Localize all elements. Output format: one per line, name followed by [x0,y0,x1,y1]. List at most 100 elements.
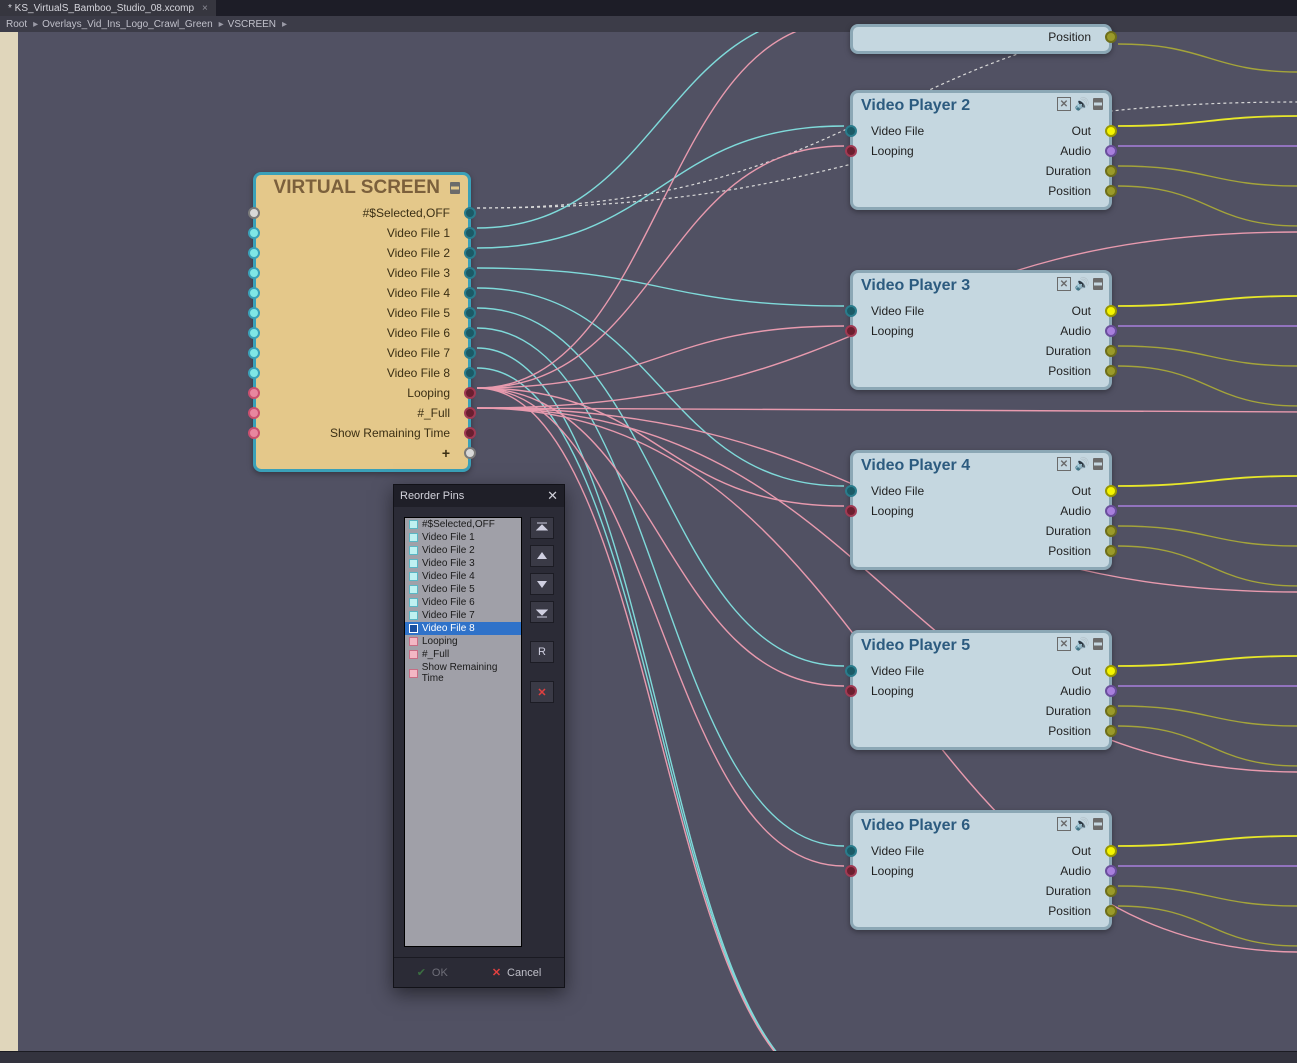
list-item[interactable]: Video File 5 [405,583,521,596]
list-item[interactable]: Video File 1 [405,531,521,544]
rename-button[interactable]: R [530,641,554,663]
output-port[interactable] [1105,725,1117,737]
breadcrumb-item[interactable]: Overlays_Vid_Ins_Logo_Crawl_Green [42,19,212,30]
close-box-icon[interactable]: ✕ [1057,637,1071,651]
input-port[interactable] [248,407,260,419]
input-port[interactable] [248,327,260,339]
input-port[interactable] [845,685,857,697]
move-bottom-button[interactable] [530,601,554,623]
output-port[interactable] [1105,505,1117,517]
input-port[interactable] [248,427,260,439]
input-port[interactable] [248,347,260,359]
output-port[interactable] [464,227,476,239]
output-port[interactable] [1105,31,1117,43]
list-item[interactable]: Video File 4 [405,570,521,583]
output-port[interactable] [1105,305,1117,317]
output-port[interactable] [464,287,476,299]
list-item[interactable]: #_Full [405,648,521,661]
input-port[interactable] [248,387,260,399]
list-item[interactable]: Video File 2 [405,544,521,557]
video-player-node[interactable]: Video Player 6✕🔊Video FileOutLoopingAudi… [850,810,1112,930]
list-item[interactable]: Video File 8 [405,622,521,635]
input-port[interactable] [248,267,260,279]
close-icon[interactable]: × [202,3,208,14]
output-port[interactable] [1105,165,1117,177]
node-canvas[interactable]: VIRTUAL SCREEN #$Selected,OFFVideo File … [0,32,1297,1051]
list-item[interactable]: Video File 3 [405,557,521,570]
input-port[interactable] [845,665,857,677]
input-port[interactable] [248,367,260,379]
speaker-icon[interactable]: 🔊 [1075,457,1089,471]
output-port[interactable] [1105,125,1117,137]
virtual-screen-node[interactable]: VIRTUAL SCREEN #$Selected,OFFVideo File … [253,172,471,472]
cancel-button[interactable]: ✕Cancel [482,963,551,982]
add-pin-button[interactable]: + [442,445,450,461]
menu-icon[interactable] [1093,98,1103,110]
delete-button[interactable]: ✕ [530,681,554,703]
input-port[interactable] [845,505,857,517]
input-port[interactable] [248,207,260,219]
output-port[interactable] [1105,865,1117,877]
output-port[interactable] [464,367,476,379]
video-player-node[interactable]: Video Player 2✕🔊Video FileOutLoopingAudi… [850,90,1112,210]
input-port[interactable] [845,125,857,137]
speaker-icon[interactable]: 🔊 [1075,97,1089,111]
output-port[interactable] [1105,525,1117,537]
output-port[interactable] [1105,905,1117,917]
move-top-button[interactable] [530,517,554,539]
list-item[interactable]: Video File 7 [405,609,521,622]
output-port[interactable] [464,267,476,279]
input-port[interactable] [248,287,260,299]
breadcrumb-item[interactable]: VSCREEN [228,19,276,30]
output-port[interactable] [1105,365,1117,377]
video-player-node[interactable]: Video Player 3✕🔊Video FileOutLoopingAudi… [850,270,1112,390]
menu-icon[interactable] [1093,458,1103,470]
input-port[interactable] [845,845,857,857]
output-port[interactable] [1105,185,1117,197]
output-port[interactable] [464,247,476,259]
output-port[interactable] [1105,485,1117,497]
output-port[interactable] [464,407,476,419]
speaker-icon[interactable]: 🔊 [1075,277,1089,291]
document-tab[interactable]: * KS_VirtualS_Bamboo_Studio_08.xcomp × [0,0,216,16]
breadcrumb-item[interactable]: Root [6,19,27,30]
output-port[interactable] [1105,685,1117,697]
input-port[interactable] [248,307,260,319]
output-port[interactable] [464,447,476,459]
ok-button[interactable]: ✔OK [407,963,458,982]
speaker-icon[interactable]: 🔊 [1075,817,1089,831]
input-port[interactable] [845,305,857,317]
output-port[interactable] [464,427,476,439]
output-port[interactable] [464,387,476,399]
input-port[interactable] [248,247,260,259]
move-up-button[interactable] [530,545,554,567]
output-port[interactable] [464,327,476,339]
input-port[interactable] [845,485,857,497]
output-port[interactable] [464,207,476,219]
input-port[interactable] [248,227,260,239]
video-player-node[interactable]: Video Player 5✕🔊Video FileOutLoopingAudi… [850,630,1112,750]
output-port[interactable] [1105,145,1117,157]
move-down-button[interactable] [530,573,554,595]
list-item[interactable]: Video File 6 [405,596,521,609]
output-port[interactable] [1105,845,1117,857]
close-box-icon[interactable]: ✕ [1057,97,1071,111]
speaker-icon[interactable]: 🔊 [1075,637,1089,651]
menu-icon[interactable] [1093,818,1103,830]
input-port[interactable] [845,145,857,157]
output-port[interactable] [1105,665,1117,677]
input-port[interactable] [845,865,857,877]
reorder-pins-dialog[interactable]: Reorder Pins ✕ #$Selected,OFFVideo File … [393,484,565,988]
close-box-icon[interactable]: ✕ [1057,457,1071,471]
list-item[interactable]: Show Remaining Time [405,661,521,685]
list-item[interactable]: #$Selected,OFF [405,518,521,531]
list-item[interactable]: Looping [405,635,521,648]
output-port[interactable] [1105,345,1117,357]
output-port[interactable] [1105,705,1117,717]
menu-icon[interactable] [450,182,460,194]
video-player-node[interactable]: Video Player 4✕🔊Video FileOutLoopingAudi… [850,450,1112,570]
menu-icon[interactable] [1093,278,1103,290]
output-port[interactable] [1105,885,1117,897]
output-port[interactable] [1105,545,1117,557]
video-player-node-partial[interactable]: Position [850,24,1112,54]
